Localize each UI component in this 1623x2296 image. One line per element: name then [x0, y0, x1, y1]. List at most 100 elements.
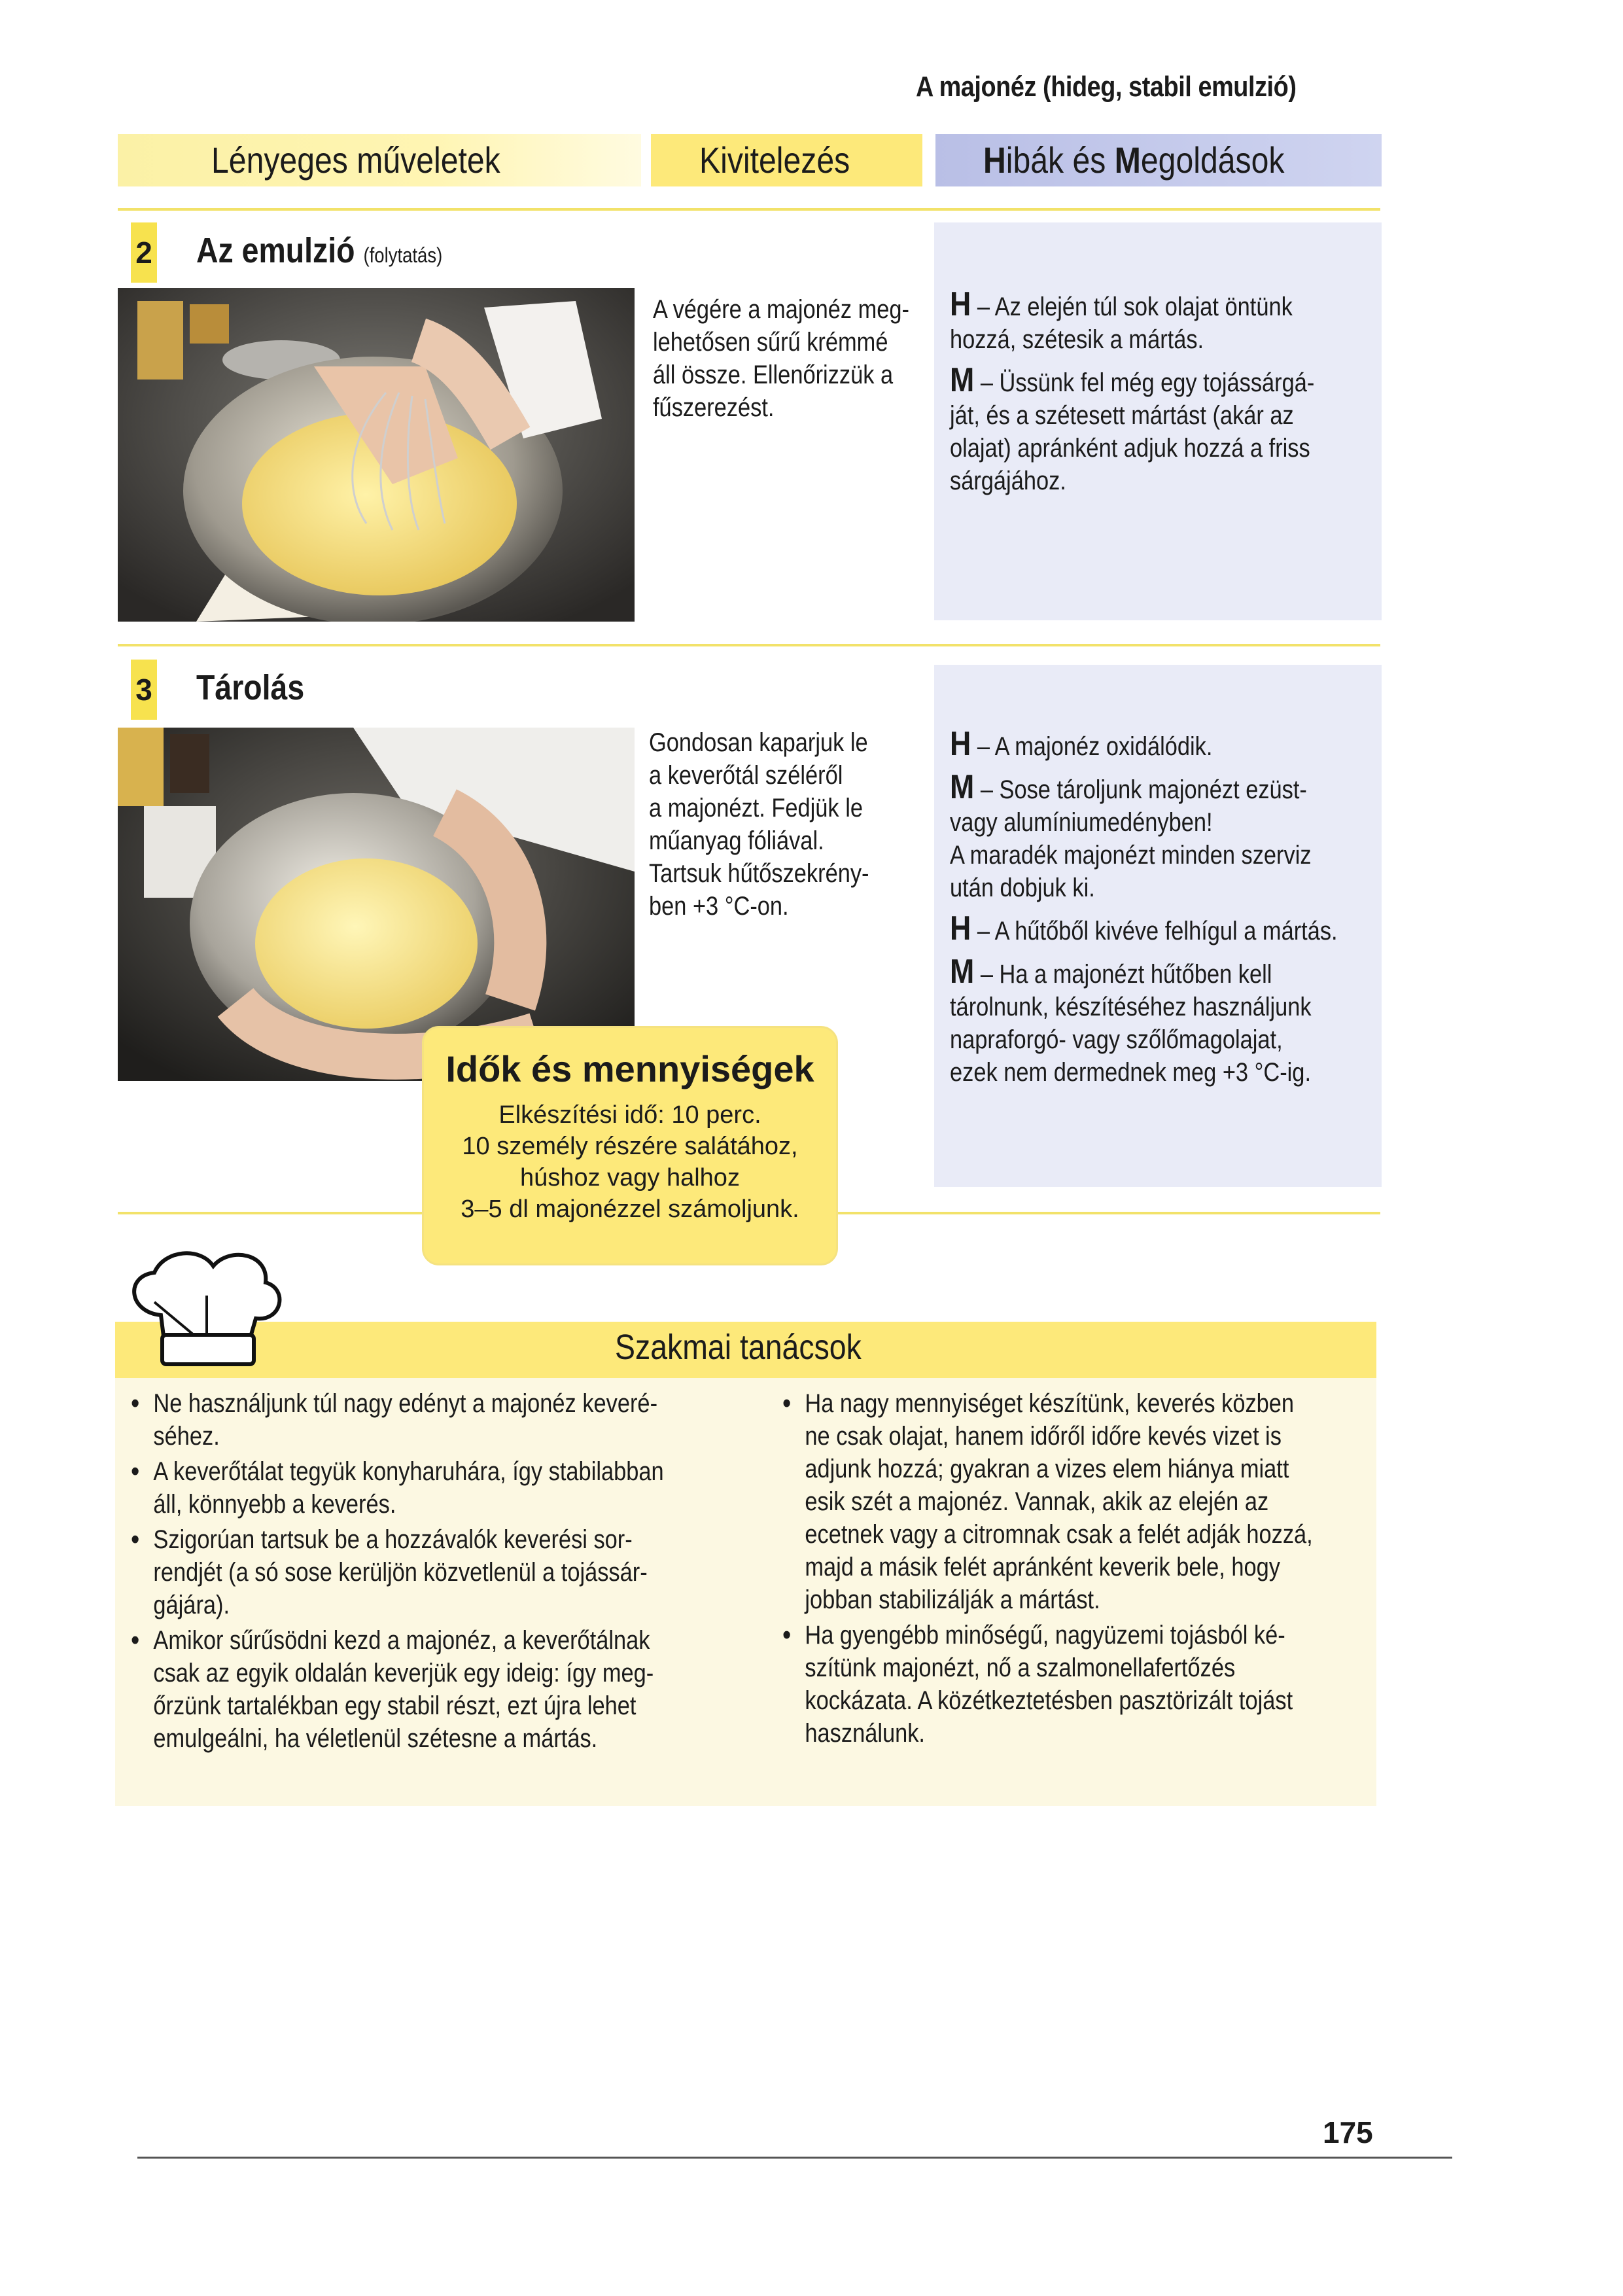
tip-line: őrzünk tartalékban egy stabil részt, ezt…: [153, 1691, 637, 1720]
step2-description-line: áll össze. Ellenőrizzük a: [653, 361, 894, 389]
tip-line: használunk.: [805, 1719, 925, 1748]
issue-key: M: [950, 361, 975, 399]
tip-line: majd a másik felét apránként keverik bel…: [805, 1553, 1281, 1581]
issue-line: – Üssünk fel még egy tojássárgá-: [980, 368, 1315, 397]
issue-line: olajat) apránként adjuk hozzá a friss: [950, 434, 1310, 463]
step2-description-line: lehetősen sűrű krémmé: [653, 328, 888, 357]
step3-description: Gondosan kaparjuk le a keverőtál szélérő…: [649, 726, 869, 923]
times-and-quantities-box: Idők és mennyiségek Elkészítési idő: 10 …: [422, 1026, 838, 1265]
issue-line: – Az elején túl sok olajat öntünk: [977, 292, 1293, 321]
issue-line: hozzá, szétesik a mártás.: [950, 325, 1204, 354]
step3-issues: H – A majonéz oxidálódik. M – Sose tárol…: [950, 725, 1338, 1089]
times-box-line: Elkészítési idő: 10 perc.: [498, 1101, 761, 1129]
issue-problem: H – Az elején túl sok olajat öntünk hozz…: [950, 285, 1314, 356]
step-number: 2: [131, 222, 157, 283]
tip-line: Amikor sűrűsödni kezd a majonéz, a kever…: [153, 1626, 650, 1655]
issue-line: – Ha a majonézt hűtőben kell: [980, 960, 1272, 989]
tip-line: ne csak olajat, hanem időről időre kevés…: [805, 1422, 1282, 1451]
step-title: Az emulzió (folytatás): [196, 230, 442, 271]
issue-line: tárolnunk, készítéséhez használjunk: [950, 993, 1312, 1021]
step-title: Tárolás: [196, 668, 305, 707]
issue-line: – A majonéz oxidálódik.: [977, 732, 1213, 761]
issue-key: H: [950, 285, 971, 323]
column-header-execution-label: Kivitelezés: [699, 139, 850, 181]
errors-initial-h: H: [983, 139, 1007, 181]
column-header-operations-label: Lényeges műveletek: [211, 139, 500, 181]
tip-line: séhez.: [153, 1422, 220, 1451]
tip-line: Ne használjunk túl nagy edényt a majonéz…: [153, 1389, 658, 1418]
step-number: 3: [131, 660, 157, 720]
tip-line: Ha gyengébb minőségű, nagyüzemi tojásból…: [805, 1621, 1285, 1650]
step2-issues: H – Az elején túl sok olajat öntünk hozz…: [950, 285, 1315, 497]
tips-left-column: Ne használjunk túl nagy edényt a majonéz…: [131, 1387, 727, 1757]
step3-description-line: Tartsuk hűtőszekrény-: [649, 859, 869, 888]
step3-description-line: a keverőtál széléről: [649, 761, 843, 790]
tip-line: A keverőtálat tegyük konyharuhára, így s…: [153, 1457, 664, 1486]
tip-line: jobban stabilizálják a mártást.: [805, 1585, 1100, 1614]
solutions-word-rest: egoldások: [1141, 139, 1285, 181]
issue-problem: H – A majonéz oxidálódik.: [950, 725, 1338, 763]
tip-line: kockázata. A közétkeztetésben pasztörizá…: [805, 1686, 1293, 1715]
times-box-line: húshoz vagy halhoz: [520, 1164, 740, 1192]
issue-problem: H – A hűtőből kivéve felhígul a mártás.: [950, 910, 1338, 947]
issue-key: M: [950, 953, 975, 991]
issue-line: A maradék majonézt minden szerviz: [950, 841, 1312, 870]
tips-right-column: Ha nagy mennyiséget készítünk, keverés k…: [782, 1387, 1379, 1752]
step3-description-line: a majonézt. Fedjük le: [649, 794, 863, 822]
issue-line: ját, és a szétesett mártást (akár az: [950, 401, 1294, 430]
issue-line: után dobjuk ki.: [950, 874, 1095, 902]
tip-line: ecetnek vagy a citromnak csak a felét ad…: [805, 1520, 1313, 1549]
tip-item: Amikor sűrűsödni kezd a majonéz, a kever…: [131, 1624, 727, 1755]
issue-solution: M – Sose tároljunk majonézt ezüst- vagy …: [950, 768, 1338, 904]
column-header-errors: Hibák és Megoldások: [935, 134, 1382, 186]
step2-description: A végére a majonéz meg- lehetősen sűrű k…: [653, 293, 909, 424]
issue-line: sárgájához.: [950, 467, 1066, 495]
photo-whisking-mayonnaise: [118, 288, 635, 622]
step-title-note: (folytatás): [363, 243, 443, 267]
tip-item: Ha gyengébb minőségű, nagyüzemi tojásból…: [782, 1619, 1379, 1750]
tip-item: Ha nagy mennyiséget készítünk, keverés k…: [782, 1387, 1379, 1616]
issue-key: H: [950, 725, 971, 763]
tip-item: Ne használjunk túl nagy edényt a majonéz…: [131, 1387, 727, 1453]
issue-solution: M – Ha a majonézt hűtőben kell tárolnunk…: [950, 955, 1338, 1089]
tip-line: rendjét (a só sose kerüljön közvetlenül …: [153, 1558, 648, 1587]
issue-line: napraforgó- vagy szőlőmagolajat,: [950, 1025, 1283, 1054]
page-number: 175: [1323, 2115, 1373, 2149]
times-box-line: 10 személy részére salátához,: [462, 1133, 798, 1160]
tip-item: A keverőtálat tegyük konyharuhára, így s…: [131, 1455, 727, 1521]
times-box-title: Idők és mennyiségek: [445, 1048, 814, 1089]
tip-line: esik szét a majonéz. Vannak, akik az ele…: [805, 1487, 1269, 1516]
step2-description-line: A végére a majonéz meg-: [653, 295, 909, 324]
chef-hat-icon: [115, 1243, 298, 1368]
issue-key: H: [950, 910, 971, 947]
step3-description-line: műanyag fóliával.: [649, 826, 824, 855]
times-box-line: 3–5 dl majonézzel számoljunk.: [461, 1195, 799, 1223]
tip-item: Szigorúan tartsuk be a hozzávalók keveré…: [131, 1523, 727, 1621]
step3-description-line: ben +3 °C-on.: [649, 892, 789, 921]
column-header-operations: Lényeges műveletek: [118, 134, 641, 186]
tip-line: gájára).: [153, 1591, 230, 1619]
section-divider: [118, 208, 1380, 211]
running-header: A majonéz (hideg, stabil emulzió): [916, 71, 1297, 103]
step2-description-line: fűszerezést.: [653, 393, 775, 422]
issue-line: – Sose tároljunk majonézt ezüst-: [980, 775, 1307, 804]
tips-title: Szakmai tanácsok: [615, 1328, 862, 1367]
issue-line: ezek nem dermednek meg +3 °C-ig.: [950, 1058, 1311, 1087]
issue-line: – A hűtőből kivéve felhígul a mártás.: [977, 917, 1338, 945]
errors-initial-m: M: [1115, 139, 1142, 181]
column-header-execution: Kivitelezés: [651, 134, 922, 186]
step3-description-line: Gondosan kaparjuk le: [649, 728, 868, 757]
issue-solution: M – Üssünk fel még egy tojássárgá- ját, …: [950, 361, 1315, 497]
page-edge-line: [137, 2157, 1452, 2159]
tip-line: Ha nagy mennyiséget készítünk, keverés k…: [805, 1389, 1295, 1418]
errors-word-rest: ibák és: [1006, 139, 1115, 181]
tip-line: adjunk hozzá; gyakran a vizes elem hiány…: [805, 1455, 1289, 1483]
section-divider: [118, 644, 1380, 646]
step-title-text: Az emulzió: [196, 231, 355, 270]
tip-line: csak az egyik oldalán keverjük egy ideig…: [153, 1659, 654, 1687]
tip-line: szítünk majonézt, nő a szalmonellafertőz…: [805, 1653, 1236, 1682]
tip-line: áll, könnyebb a keverés.: [153, 1490, 396, 1519]
tip-line: Szigorúan tartsuk be a hozzávalók keveré…: [153, 1525, 633, 1554]
issue-line: vagy alumíniumedényben!: [950, 808, 1213, 837]
issue-key: M: [950, 768, 975, 806]
